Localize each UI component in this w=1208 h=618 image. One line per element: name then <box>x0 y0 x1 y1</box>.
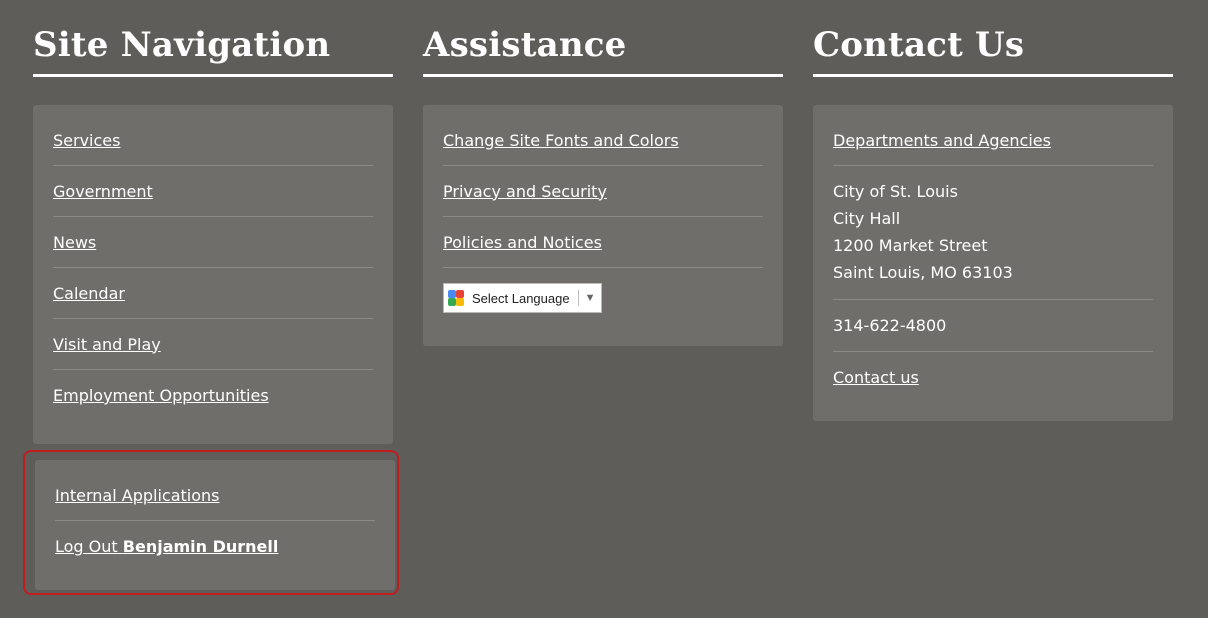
contact-column: Contact Us Departments and Agencies City… <box>813 0 1173 421</box>
assist-row-privacy: Privacy and Security <box>443 166 763 217</box>
nav-link-services[interactable]: Services <box>53 131 120 150</box>
internal-applications-highlight: Internal Applications Log Out Benjamin D… <box>23 450 399 595</box>
address-line: City Hall <box>833 209 901 228</box>
google-translate-icon <box>448 290 464 306</box>
address-line: City of St. Louis <box>833 182 958 201</box>
address-line: 1200 Market Street <box>833 236 988 255</box>
dropdown-arrow-icon: ▼ <box>584 292 596 304</box>
nav-link-calendar[interactable]: Calendar <box>53 284 125 303</box>
internal-row-apps: Internal Applications <box>55 470 375 521</box>
nav-row-services: Services <box>53 115 373 166</box>
phone-row: 314-622-4800 <box>833 300 1153 352</box>
language-select[interactable]: Select Language ▼ <box>443 283 603 313</box>
contact-row-departments: Departments and Agencies <box>833 115 1153 166</box>
privacy-security-link[interactable]: Privacy and Security <box>443 182 607 201</box>
nav-row-government: Government <box>53 166 373 217</box>
language-select-divider <box>577 290 579 306</box>
nav-link-news[interactable]: News <box>53 233 96 252</box>
assist-row-fonts: Change Site Fonts and Colors <box>443 115 763 166</box>
assistance-column: Assistance Change Site Fonts and Colors … <box>423 0 783 346</box>
policies-notices-link[interactable]: Policies and Notices <box>443 233 602 252</box>
contact-us-link[interactable]: Contact us <box>833 368 919 387</box>
contact-panel: Departments and Agencies City of St. Lou… <box>813 105 1173 421</box>
departments-agencies-link[interactable]: Departments and Agencies <box>833 131 1051 150</box>
nav-row-visit-and-play: Visit and Play <box>53 319 373 370</box>
logout-label: Log Out <box>55 537 118 556</box>
nav-link-visit-and-play[interactable]: Visit and Play <box>53 335 161 354</box>
language-select-label: Select Language <box>472 290 570 306</box>
contact-row-contact-us: Contact us <box>833 352 1153 403</box>
address-line: Saint Louis, MO 63103 <box>833 263 1013 282</box>
nav-row-employment: Employment Opportunities <box>53 370 373 421</box>
nav-link-employment-opportunities[interactable]: Employment Opportunities <box>53 386 269 405</box>
address-block: City of St. Louis City Hall 1200 Market … <box>833 166 1153 300</box>
internal-applications-panel: Internal Applications Log Out Benjamin D… <box>35 460 395 590</box>
assist-row-policies: Policies and Notices <box>443 217 763 268</box>
internal-applications-link[interactable]: Internal Applications <box>55 486 219 505</box>
user-name: Benjamin Durnell <box>122 537 279 556</box>
contact-heading: Contact Us <box>813 0 1173 77</box>
language-select-wrap: Select Language ▼ <box>443 268 763 328</box>
logout-link[interactable]: Log Out Benjamin Durnell <box>55 537 278 556</box>
site-navigation-panel: Services Government News Calendar Visit … <box>33 105 393 444</box>
assistance-panel: Change Site Fonts and Colors Privacy and… <box>423 105 783 346</box>
phone-number: 314-622-4800 <box>833 316 947 335</box>
nav-row-news: News <box>53 217 373 268</box>
nav-row-calendar: Calendar <box>53 268 373 319</box>
assistance-heading: Assistance <box>423 0 783 77</box>
change-fonts-colors-link[interactable]: Change Site Fonts and Colors <box>443 131 679 150</box>
internal-row-logout: Log Out Benjamin Durnell <box>55 521 375 572</box>
nav-link-government[interactable]: Government <box>53 182 153 201</box>
site-navigation-column: Site Navigation Services Government News… <box>33 0 393 444</box>
site-navigation-heading: Site Navigation <box>33 0 393 77</box>
